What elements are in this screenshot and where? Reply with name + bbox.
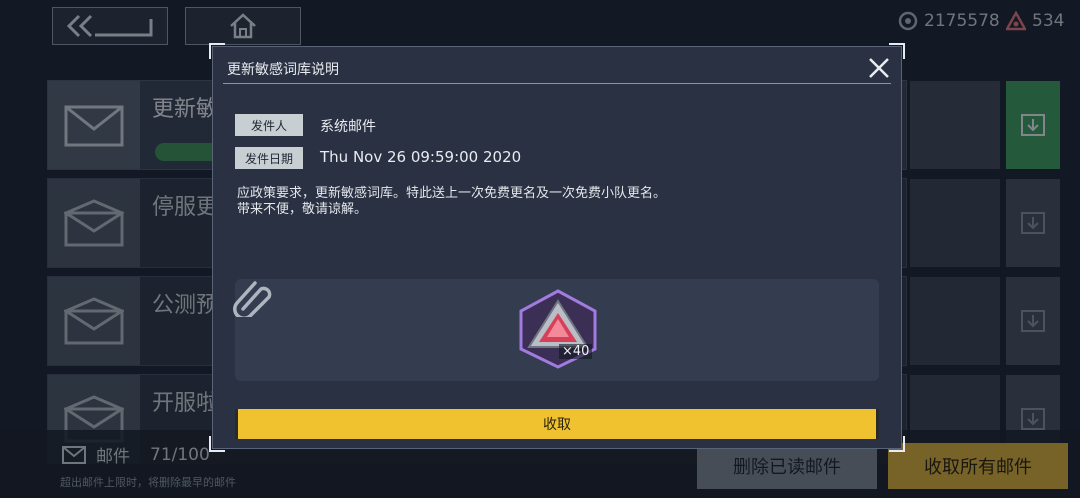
mail-body-line: 带来不便，敬请谅解。	[237, 202, 368, 217]
frame-corner	[889, 436, 905, 452]
frame-corner	[889, 43, 905, 59]
close-icon	[869, 58, 889, 78]
claim-button[interactable]: 收取	[235, 409, 879, 439]
frame-corner	[209, 436, 225, 452]
mail-detail-dialog: 更新敏感词库说明 发件人 系统邮件 发件日期 Thu Nov 26 09:59:…	[209, 43, 905, 452]
paperclip-icon	[231, 277, 275, 320]
reward-count: ×40	[559, 344, 593, 359]
date-label: 发件日期	[235, 147, 303, 169]
mail-body-line: 应政策要求，更新敏感词库。特此送上一次免费更名及一次免费小队更名。	[237, 186, 667, 201]
frame-corner	[209, 43, 225, 59]
sender-label: 发件人	[235, 114, 303, 136]
sender-value: 系统邮件	[320, 119, 376, 135]
date-value: Thu Nov 26 09:59:00 2020	[320, 148, 522, 166]
title-divider	[223, 83, 891, 84]
dialog-title: 更新敏感词库说明	[227, 62, 339, 78]
mail-body: 应政策要求，更新敏感词库。特此送上一次免费更名及一次免费小队更名。 带来不便，敬…	[237, 186, 666, 218]
close-button[interactable]	[868, 57, 890, 79]
